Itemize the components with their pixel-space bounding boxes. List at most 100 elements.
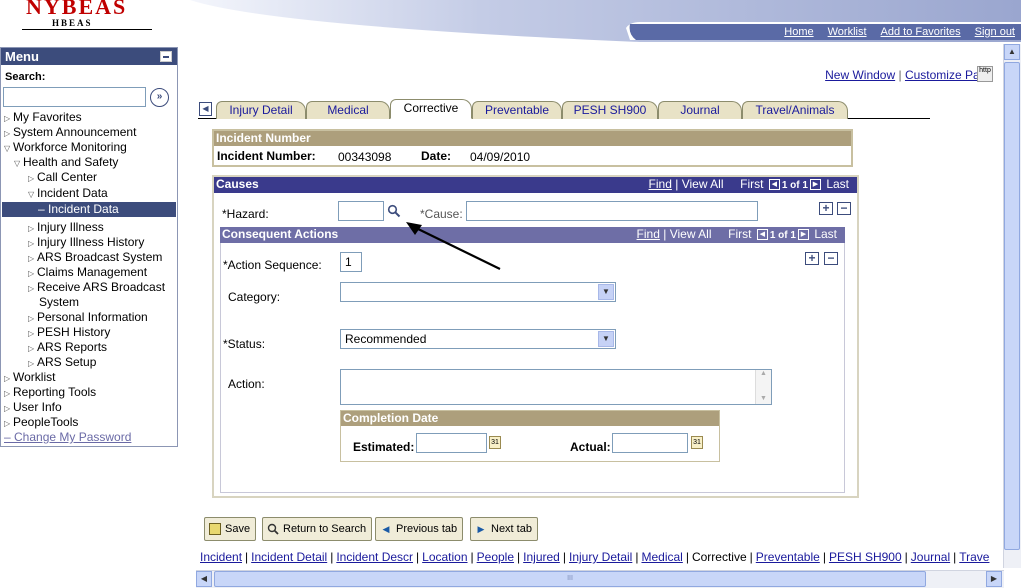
link-incident-detail[interactable]: Incident Detail	[251, 550, 327, 564]
menu-item-personal-information[interactable]: ▷ Personal Information	[28, 310, 148, 326]
link-injury-detail[interactable]: Injury Detail	[569, 550, 632, 564]
horizontal-scroll-thumb[interactable]: III	[214, 571, 926, 587]
scroll-left-icon[interactable]: ◀	[196, 571, 212, 587]
menu-item-workforce-monitoring[interactable]: ▽ Workforce Monitoring	[4, 140, 127, 156]
sign-out-link[interactable]: Sign out	[975, 26, 1015, 38]
menu-title: Menu	[5, 49, 39, 64]
link-incident-descr[interactable]: Incident Descr	[336, 550, 413, 564]
add-action-row-icon[interactable]: +	[805, 252, 819, 265]
save-button[interactable]: Save	[204, 517, 257, 541]
menu-item-injury-illness[interactable]: ▷ Injury Illness	[28, 220, 104, 236]
nybeas-logo: NYBEAS HBEAS	[0, 0, 170, 40]
action-sequence-input[interactable]	[340, 252, 362, 272]
consequent-nav: Find | View All First ◀ 1 of 1 ▶ Last	[636, 227, 837, 241]
tab-medical[interactable]: Medical	[306, 101, 390, 119]
link-incident[interactable]: Incident	[200, 550, 242, 564]
link-pesh-sh900[interactable]: PESH SH900	[829, 550, 902, 564]
link-medical[interactable]: Medical	[641, 550, 682, 564]
http-link-icon[interactable]: http	[977, 66, 993, 82]
vertical-scroll-thumb[interactable]	[1004, 62, 1020, 550]
estimated-calendar-icon[interactable]: 31	[489, 436, 501, 449]
tab-corrective[interactable]: Corrective	[390, 99, 472, 119]
category-label: Category:	[228, 290, 281, 304]
menu-item-pesh-history[interactable]: ▷ PESH History	[28, 325, 110, 341]
menu-item-health-and-safety[interactable]: ▽ Health and Safety	[14, 155, 118, 171]
hazard-input[interactable]	[338, 201, 384, 221]
menu-item-call-center[interactable]: ▷ Call Center	[28, 170, 97, 186]
next-tab-button[interactable]: ▶ Next tab	[470, 517, 538, 541]
minimize-menu-icon[interactable]	[160, 51, 172, 62]
menu-item-claims-management[interactable]: ▷ Claims Management	[28, 265, 147, 281]
link-travel[interactable]: Trave	[959, 550, 989, 564]
causes-find-link[interactable]: Find	[649, 177, 672, 191]
menu-item-system-announcement[interactable]: ▷ System Announcement	[4, 125, 136, 141]
menu-item-my-favorites[interactable]: ▷ My Favorites	[4, 110, 82, 126]
scroll-up-icon[interactable]: ▲	[756, 370, 771, 378]
new-window-link[interactable]: New Window	[825, 68, 895, 82]
tab-pesh-sh900[interactable]: PESH SH900	[562, 101, 658, 119]
estimated-date-input[interactable]	[416, 433, 487, 453]
menu-item-incident-data-folder[interactable]: ▽ Incident Data	[28, 186, 108, 202]
menu-item-label: System Announcement	[13, 125, 137, 139]
menu-item-injury-illness-history[interactable]: ▷ Injury Illness History	[28, 235, 144, 251]
previous-tab-button[interactable]: ◀ Previous tab	[375, 517, 464, 541]
menu-item-reporting-tools[interactable]: ▷ Reporting Tools	[4, 385, 96, 401]
tab-preventable[interactable]: Preventable	[472, 101, 562, 119]
scroll-up-icon[interactable]: ▲	[1004, 44, 1020, 60]
hazard-lookup-icon[interactable]	[387, 204, 401, 218]
menu-item-receive-ars-broadcast-cont[interactable]: System	[39, 295, 79, 310]
menu-item-ars-setup[interactable]: ▷ ARS Setup	[28, 355, 96, 371]
status-select[interactable]: Recommended ▼	[340, 329, 616, 349]
tab-scroll-left-icon[interactable]: ◀	[199, 102, 212, 116]
scroll-down-icon[interactable]: ▼	[756, 395, 771, 403]
scroll-right-icon[interactable]: ▶	[986, 571, 1002, 587]
expand-arrow-icon: ▷	[28, 359, 35, 368]
action-textarea[interactable]	[340, 369, 772, 405]
causes-view-all-link[interactable]: View All	[682, 177, 724, 191]
menu-item-ars-broadcast-system[interactable]: ▷ ARS Broadcast System	[28, 250, 162, 266]
tab-injury-detail[interactable]: Injury Detail	[216, 101, 306, 119]
add-cause-row-icon[interactable]: +	[819, 202, 833, 215]
menu-item-ars-reports[interactable]: ▷ ARS Reports	[28, 340, 107, 356]
menu-item-peopletools[interactable]: ▷ PeopleTools	[4, 415, 78, 431]
menu-search-input[interactable]	[3, 87, 146, 107]
home-link[interactable]: Home	[784, 26, 813, 38]
causes-prev-icon[interactable]: ◀	[768, 179, 780, 191]
causes-next-icon[interactable]: ▶	[809, 179, 821, 191]
tab-journal[interactable]: Journal	[658, 101, 742, 119]
link-preventable[interactable]: Preventable	[756, 550, 820, 564]
menu-item-label: Injury Illness History	[37, 235, 145, 249]
return-to-search-button[interactable]: Return to Search	[262, 517, 373, 541]
delete-cause-row-icon[interactable]: −	[837, 202, 851, 215]
add-to-favorites-link[interactable]: Add to Favorites	[881, 26, 961, 38]
incident-date-label: Date:	[421, 149, 452, 163]
menu-item-worklist[interactable]: ▷ Worklist	[4, 370, 55, 386]
incident-box-heading: Incident Number	[214, 131, 851, 146]
actual-date-input[interactable]	[612, 433, 688, 453]
worklist-link[interactable]: Worklist	[828, 26, 867, 38]
actual-calendar-icon[interactable]: 31	[691, 436, 703, 449]
link-people[interactable]: People	[477, 550, 514, 564]
tab-travel-animals[interactable]: Travel/Animals	[742, 101, 848, 119]
consequent-find-link[interactable]: Find	[637, 227, 660, 241]
consequent-row-count: 1 of 1	[769, 230, 796, 241]
menu-item-label: My Favorites	[13, 110, 82, 124]
link-location[interactable]: Location	[422, 550, 467, 564]
consequent-next-icon[interactable]: ▶	[797, 229, 809, 241]
consequent-prev-icon[interactable]: ◀	[756, 229, 768, 241]
change-password-link[interactable]: – Change My Password	[4, 430, 131, 445]
search-go-icon[interactable]: »	[150, 88, 169, 107]
delete-action-row-icon[interactable]: −	[824, 252, 838, 265]
menu-item-incident-data-selected[interactable]: – Incident Data	[2, 202, 176, 217]
category-select[interactable]: ▼	[340, 282, 616, 302]
menu-item-receive-ars-broadcast[interactable]: ▷ Receive ARS Broadcast	[28, 280, 165, 296]
link-corrective-current: Corrective	[691, 550, 747, 564]
link-injured[interactable]: Injured	[523, 550, 560, 564]
horizontal-scrollbar[interactable]: ◀ III ▶	[196, 570, 1004, 588]
vertical-scrollbar[interactable]: ▲	[1003, 44, 1021, 568]
consequent-view-all-link[interactable]: View All	[670, 227, 712, 241]
action-textarea-scrollbar[interactable]: ▲ ▼	[755, 370, 771, 404]
link-journal[interactable]: Journal	[911, 550, 950, 564]
collapse-arrow-icon: ▽	[14, 159, 21, 168]
menu-item-user-info[interactable]: ▷ User Info	[4, 400, 62, 416]
